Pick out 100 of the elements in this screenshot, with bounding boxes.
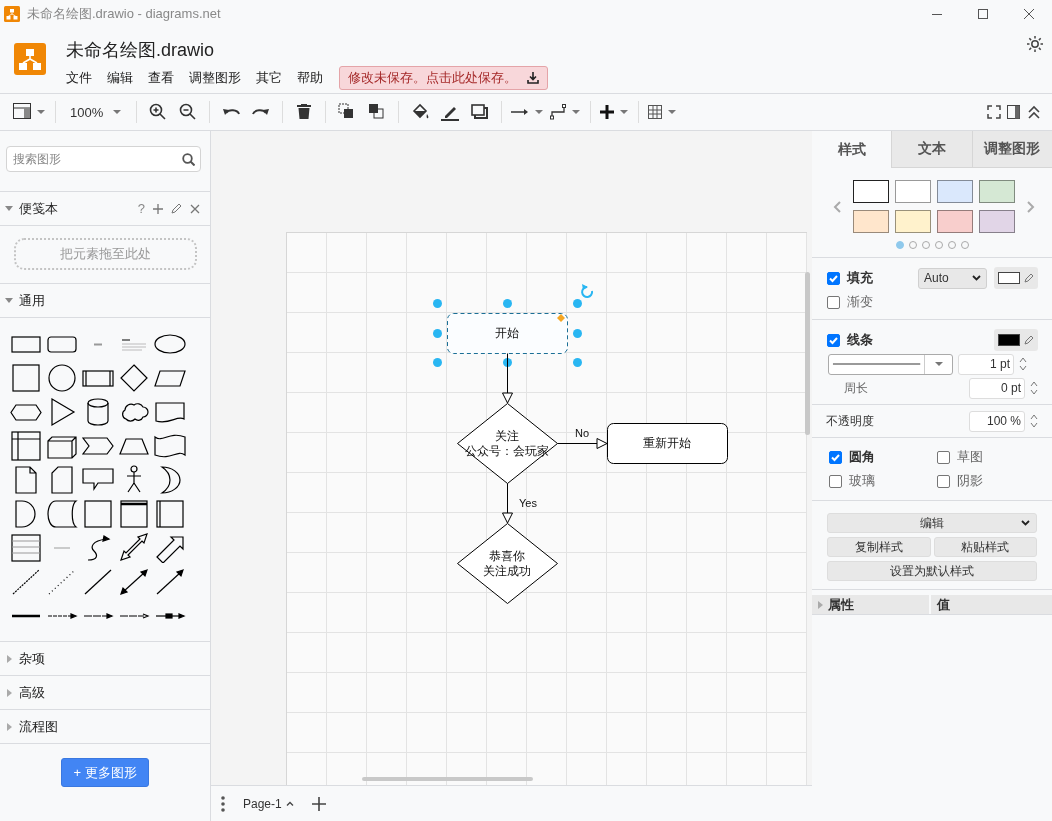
page-dot[interactable]: [895, 241, 904, 249]
maximize-icon[interactable]: [978, 9, 988, 19]
app-logo-icon[interactable]: [14, 42, 46, 76]
theme-sun-icon[interactable]: [1027, 36, 1043, 52]
checkbox[interactable]: [829, 450, 842, 464]
resize-handle[interactable]: [573, 329, 582, 338]
fill-mode-dropdown[interactable]: Auto: [918, 267, 987, 289]
resize-handle[interactable]: [503, 299, 512, 308]
add-page-icon[interactable]: [311, 796, 326, 811]
checkbox[interactable]: [937, 474, 950, 488]
panel-toggle-icon[interactable]: [1007, 105, 1021, 119]
style-swatch[interactable]: [979, 210, 1015, 233]
zoom-in-icon[interactable]: [149, 103, 168, 121]
save-notice-button[interactable]: 修改未保存。点击此处保存。: [339, 66, 548, 90]
double-headed-line-icon[interactable]: [118, 567, 150, 597]
section-title[interactable]: 杂项: [19, 649, 45, 668]
line-icon[interactable]: [82, 567, 114, 597]
arrow-line-icon[interactable]: [154, 567, 186, 597]
help-link[interactable]: ?: [137, 201, 145, 216]
trash-icon[interactable]: [295, 103, 314, 121]
diamond-icon[interactable]: [118, 363, 150, 393]
process-node[interactable]: [447, 313, 568, 354]
decision-node[interactable]: [457, 523, 558, 604]
spinner-icon[interactable]: [1030, 413, 1038, 429]
color-button[interactable]: [994, 329, 1038, 351]
checkbox[interactable]: [827, 295, 840, 309]
arrow-icon[interactable]: [511, 107, 530, 117]
style-swatch[interactable]: [895, 180, 931, 203]
more-shapes-button[interactable]: + 更多图形: [61, 758, 149, 787]
menu-item[interactable]: 帮助: [297, 69, 323, 87]
connector-arrow[interactable]: [502, 483, 513, 524]
close-icon[interactable]: [190, 203, 200, 214]
style-swatch[interactable]: [853, 180, 889, 203]
shadow-icon[interactable]: [471, 103, 490, 121]
checkbox[interactable]: [827, 271, 840, 285]
waypoint-icon[interactable]: [550, 104, 567, 120]
menu-item[interactable]: 查看: [148, 69, 174, 87]
resize-handle[interactable]: [503, 358, 512, 367]
color-button[interactable]: [994, 267, 1038, 289]
checkbox[interactable]: [829, 474, 842, 488]
section-title[interactable]: 通用: [19, 291, 45, 310]
section-title[interactable]: 流程图: [19, 717, 58, 736]
style-swatch[interactable]: [979, 180, 1015, 203]
line-style-dropdown[interactable]: [828, 353, 953, 375]
internal-storage-icon[interactable]: [10, 431, 42, 461]
section-title[interactable]: 高级: [19, 683, 45, 702]
edit-dropdown[interactable]: 编辑: [827, 513, 1037, 533]
resize-handle[interactable]: [573, 299, 582, 308]
menu-item[interactable]: 文件: [66, 69, 92, 87]
hollow-arrow-icon[interactable]: [154, 533, 186, 563]
style-swatch[interactable]: [937, 180, 973, 203]
adjust-handle[interactable]: [557, 314, 565, 322]
frame-icon[interactable]: [118, 499, 150, 529]
resize-handle[interactable]: [433, 358, 442, 367]
file-name[interactable]: 未命名绘图.drawio: [66, 38, 548, 62]
process-node[interactable]: [607, 423, 728, 464]
style-button[interactable]: 设置为默认样式: [827, 561, 1037, 581]
zoom-dropdown[interactable]: 100%: [62, 97, 131, 127]
more-vertical-icon[interactable]: [221, 795, 225, 812]
close-icon[interactable]: [1024, 9, 1034, 19]
format-panel-icon[interactable]: [13, 103, 31, 121]
menu-item[interactable]: 编辑: [107, 69, 133, 87]
circle-icon[interactable]: [46, 363, 78, 393]
dashed-line-icon[interactable]: [10, 567, 42, 597]
number-field[interactable]: 100 %: [969, 410, 1025, 432]
data-storage-icon[interactable]: [46, 499, 78, 529]
search-field[interactable]: 搜索图形: [6, 146, 201, 172]
number-field[interactable]: 0 pt: [969, 377, 1025, 399]
checkbox[interactable]: [937, 450, 950, 464]
side-frame-icon[interactable]: [154, 499, 186, 529]
table-icon[interactable]: [648, 105, 663, 119]
spinner-icon[interactable]: [1030, 380, 1038, 396]
expanded-triangle-icon[interactable]: [5, 204, 13, 213]
style-button[interactable]: 粘贴样式: [933, 537, 1037, 557]
number-field[interactable]: 1 pt: [958, 353, 1014, 375]
zoom-out-icon[interactable]: [179, 103, 198, 121]
list-icon[interactable]: [10, 533, 42, 563]
scrollbar[interactable]: [805, 272, 810, 435]
add-icon[interactable]: [153, 203, 163, 214]
section-title[interactable]: 便笺本: [19, 199, 58, 218]
double-arrow-icon[interactable]: [118, 533, 150, 563]
style-swatch[interactable]: [895, 210, 931, 233]
collapse-icon[interactable]: [1027, 105, 1041, 119]
resize-handle[interactable]: [433, 299, 442, 308]
to-back-icon[interactable]: [368, 103, 387, 121]
menu-item[interactable]: 调整图形: [189, 69, 241, 87]
plus-icon[interactable]: [600, 105, 615, 119]
decision-node[interactable]: [457, 403, 558, 484]
menu-item[interactable]: 其它: [256, 69, 282, 87]
spinner-icon[interactable]: [1019, 356, 1027, 372]
format-tab[interactable]: 文本: [891, 131, 972, 168]
resize-handle[interactable]: [573, 358, 582, 367]
style-swatch[interactable]: [853, 210, 889, 233]
format-tab[interactable]: 调整图形: [971, 131, 1052, 168]
fill-bucket-icon[interactable]: [411, 103, 430, 121]
connector-arrow[interactable]: [502, 353, 513, 404]
style-swatch[interactable]: [937, 210, 973, 233]
container-icon[interactable]: [82, 499, 114, 529]
style-button[interactable]: 复制样式: [827, 537, 931, 557]
square-icon[interactable]: [10, 363, 42, 393]
